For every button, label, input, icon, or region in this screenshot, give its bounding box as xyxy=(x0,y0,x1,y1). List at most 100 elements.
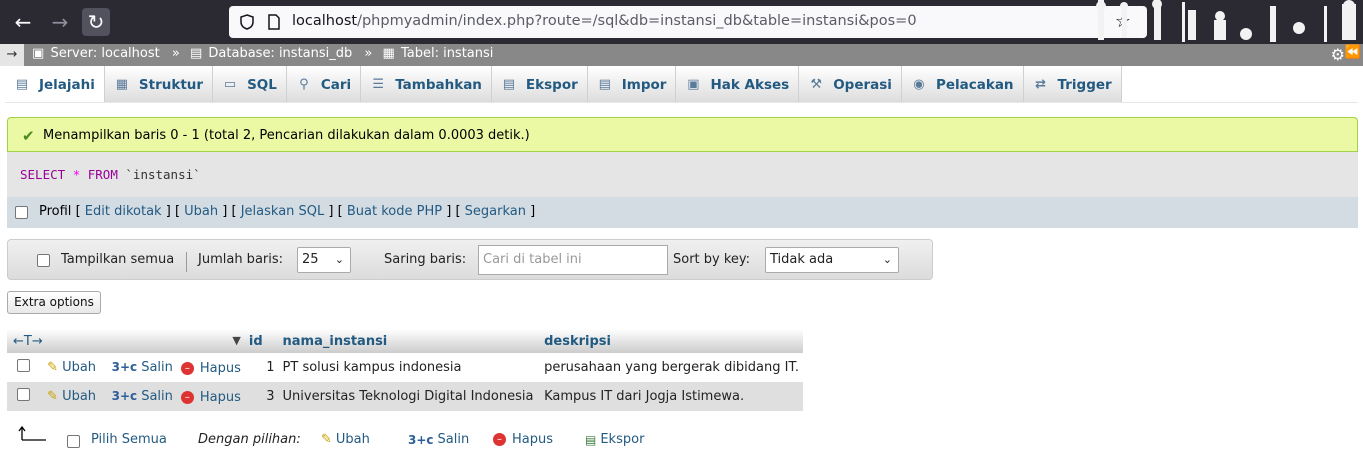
show-all-checkbox[interactable] xyxy=(37,254,50,267)
column-header-nama-instansi[interactable]: nama_instansi xyxy=(278,329,541,353)
bulk-delete-button[interactable]: – Hapus xyxy=(493,432,553,447)
copy-row-button[interactable]: 3+c Salin xyxy=(112,389,173,404)
row-checkbox-cell xyxy=(7,353,44,382)
bulk-export-label: Ekspor xyxy=(600,432,645,447)
theme-decoration xyxy=(1096,0,1356,42)
filter-input[interactable]: Cari di tabel ini xyxy=(478,245,668,275)
cell-nama-instansi[interactable]: Universitas Teknologi Digital Indonesia xyxy=(278,382,541,411)
tab-import[interactable]: ▤ Impor xyxy=(587,66,677,103)
pencil-icon: ✎ xyxy=(321,432,332,447)
tab-tracking[interactable]: ◉ Pelacakan xyxy=(901,66,1024,103)
edit-query-link[interactable]: Ubah xyxy=(184,204,218,219)
tab-triggers[interactable]: ⇄ Trigger xyxy=(1023,66,1122,103)
page-icon[interactable] xyxy=(267,14,281,30)
cell-id[interactable]: 1 xyxy=(244,353,279,382)
cell-deskripsi[interactable]: perusahaan yang bergerak dibidang IT. xyxy=(540,353,803,382)
tab-label: Trigger xyxy=(1057,76,1112,93)
breadcrumb-database[interactable]: Database: instansi_db xyxy=(208,46,352,61)
breadcrumb-table[interactable]: Tabel: instansi xyxy=(401,46,493,61)
check-all-checkbox[interactable] xyxy=(67,435,80,448)
pencil-icon: ✎ xyxy=(47,360,59,375)
bulk-copy-button[interactable]: 3+c Salin xyxy=(408,432,469,447)
address-bar[interactable]: localhost/phpmyadmin/index.php?route=/sq… xyxy=(229,6,1147,38)
edit-row-button[interactable]: ✎ Ubah xyxy=(47,360,96,375)
tab-insert[interactable]: ☰ Tambahkan xyxy=(361,66,492,103)
insert-icon: ☰ xyxy=(372,76,385,92)
sql-links: Profil [ Edit dikotak ] [ Ubah ] [ Jelas… xyxy=(39,204,536,219)
shield-icon[interactable] xyxy=(239,14,255,30)
tab-browse[interactable]: ▤ Jelajahi xyxy=(5,66,105,103)
delete-row-button[interactable]: – Hapus xyxy=(180,390,241,405)
edit-cell: ✎ Ubah xyxy=(43,353,108,382)
collapse-icon[interactable]: ⏪ xyxy=(1345,45,1361,60)
wrench-icon: ⚒ xyxy=(810,76,823,92)
delete-row-button[interactable]: – Hapus xyxy=(180,361,241,376)
edit-inline-link[interactable]: Edit dikotak xyxy=(85,204,162,219)
column-header-deskripsi[interactable]: deskripsi xyxy=(540,329,803,353)
url-text: localhost/phpmyadmin/index.php?route=/sq… xyxy=(292,13,917,29)
tab-divider xyxy=(5,102,1358,103)
delete-icon: – xyxy=(180,390,194,404)
check-icon: ✔ xyxy=(22,127,35,145)
bulk-export-button[interactable]: ▤ Ekspor xyxy=(585,432,644,447)
column-arrows[interactable]: ←T→ ▼ xyxy=(7,329,245,353)
eye-icon: ◉ xyxy=(913,76,925,92)
reload-button[interactable]: ↻ xyxy=(82,8,110,36)
cell-nama-instansi[interactable]: PT solusi kampus indonesia xyxy=(278,353,541,382)
row-checkbox-cell xyxy=(7,382,44,411)
tab-label: Ekspor xyxy=(525,76,578,93)
privileges-icon: ▣ xyxy=(687,76,700,92)
row-checkbox[interactable] xyxy=(17,359,30,372)
browse-icon: ▤ xyxy=(15,76,29,92)
bulk-edit-button[interactable]: ✎ Ubah xyxy=(321,432,370,447)
sql-query[interactable]: SELECT * FROM `instansi` xyxy=(20,167,201,182)
profil-checkbox[interactable] xyxy=(15,206,28,219)
trigger-icon: ⇄ xyxy=(1035,76,1046,92)
cell-id[interactable]: 3 xyxy=(244,382,279,411)
tab-export[interactable]: ▤ Ekspor xyxy=(491,66,588,103)
extra-options-button[interactable]: Extra options xyxy=(7,291,101,314)
table-icon: ▦ xyxy=(382,46,395,61)
explain-sql-link[interactable]: Jelaskan SQL xyxy=(241,204,325,219)
column-header-id[interactable]: id xyxy=(244,329,279,353)
sort-desc-icon[interactable]: ▼ xyxy=(232,334,240,347)
create-php-link[interactable]: Buat kode PHP xyxy=(347,204,442,219)
filter-label: Saring baris: xyxy=(384,252,467,267)
delete-cell: – Hapus xyxy=(176,353,245,382)
show-all-label[interactable]: Tampilkan semua xyxy=(61,252,174,267)
delete-cell: – Hapus xyxy=(176,382,245,411)
gear-icon[interactable]: ⚙ xyxy=(1331,45,1345,64)
back-button[interactable]: ← xyxy=(9,8,37,36)
chevron-down-icon: ⌄ xyxy=(882,253,892,266)
sql-options-bar: Profil [ Edit dikotak ] [ Ubah ] [ Jelas… xyxy=(7,197,1358,228)
edit-label: Ubah xyxy=(62,360,97,375)
navigation-toggle[interactable]: → xyxy=(0,44,24,66)
tab-privileges[interactable]: ▣ Hak Akses xyxy=(676,66,800,103)
tab-search[interactable]: ⚲ Cari xyxy=(286,66,362,103)
import-icon: ▤ xyxy=(598,76,611,92)
tab-sql[interactable]: ▭ SQL xyxy=(213,66,287,103)
edit-cell: ✎ Ubah xyxy=(43,382,108,411)
bulk-delete-label: Hapus xyxy=(512,432,554,447)
pencil-icon: ✎ xyxy=(47,389,59,404)
row-checkbox[interactable] xyxy=(17,388,30,401)
cell-deskripsi[interactable]: Kampus IT dari Jogja Istimewa. xyxy=(540,382,803,411)
url-host: localhost xyxy=(292,13,358,29)
search-icon: ⚲ xyxy=(299,76,309,92)
tab-label: Jelajahi xyxy=(39,76,95,93)
edit-label: Ubah xyxy=(62,389,97,404)
rows-select[interactable]: 25 ⌄ xyxy=(297,247,351,273)
tab-structure[interactable]: ▦ Struktur xyxy=(104,66,214,103)
rows-value: 25 xyxy=(302,252,319,267)
sql-keyword: SELECT xyxy=(20,167,66,182)
breadcrumb-separator: » xyxy=(171,46,180,61)
sort-select[interactable]: Tidak ada ⌄ xyxy=(765,247,899,273)
copy-row-button[interactable]: 3+c Salin xyxy=(112,360,173,375)
refresh-link[interactable]: Segarkan xyxy=(465,204,526,219)
check-all-link[interactable]: Pilih Semua xyxy=(91,432,167,447)
tab-label: Cari xyxy=(320,76,352,93)
edit-row-button[interactable]: ✎ Ubah xyxy=(47,389,96,404)
breadcrumb-server[interactable]: Server: localhost xyxy=(50,46,159,61)
tab-operations[interactable]: ⚒ Operasi xyxy=(799,66,902,103)
forward-button[interactable]: → xyxy=(46,8,74,36)
